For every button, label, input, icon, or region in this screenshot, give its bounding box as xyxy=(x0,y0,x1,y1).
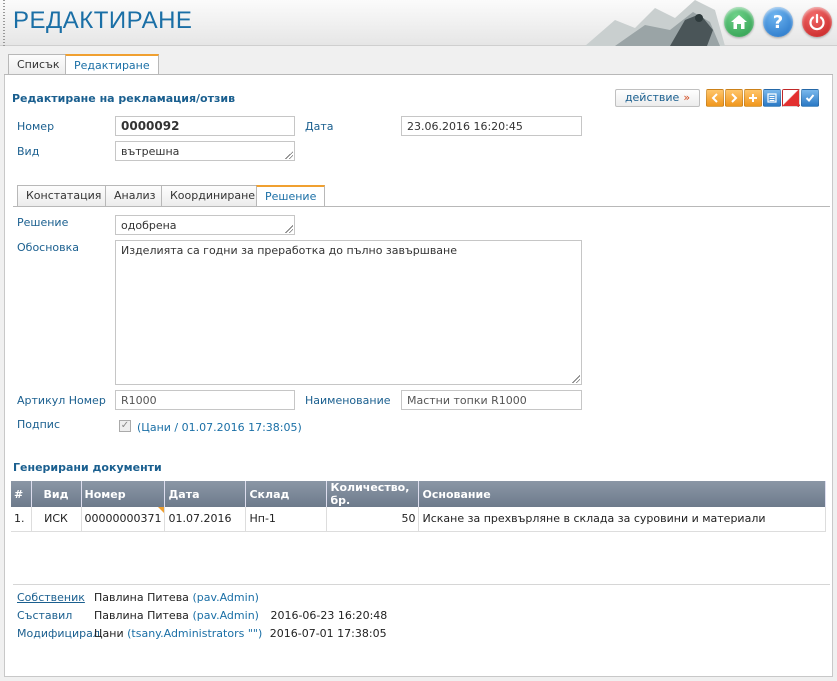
column-header[interactable]: Вид xyxy=(31,481,82,507)
signature-value: (Цани / 01.07.2016 17:38:05) xyxy=(137,421,302,434)
tab-coordination[interactable]: Координиране xyxy=(161,185,265,206)
column-header[interactable]: # xyxy=(11,481,32,507)
resize-grip-icon[interactable] xyxy=(285,151,293,159)
tab-list[interactable]: Списък xyxy=(8,54,69,75)
cell-number-text: 00000000371 xyxy=(84,512,162,526)
author-label: Съставил xyxy=(17,609,73,622)
bird-logo-image xyxy=(575,0,735,46)
sub-tab-divider xyxy=(13,206,830,207)
modifier-name: Цани xyxy=(94,627,124,640)
number-label: Номер xyxy=(17,120,55,133)
column-header[interactable]: Номер xyxy=(81,481,166,507)
decision-value: одобрена xyxy=(121,219,177,232)
column-header[interactable]: Количество, бр. xyxy=(326,481,420,507)
kind-value: вътрешна xyxy=(121,145,180,158)
name-label: Наименование xyxy=(305,394,391,407)
table-header-row: # Вид Номер Дата Склад Количество, бр. О… xyxy=(11,481,826,507)
owner-info: Павлина Питева (pav.Admin) xyxy=(94,591,259,604)
tab-analysis[interactable]: Анализ xyxy=(105,185,165,206)
column-header[interactable]: Склад xyxy=(245,481,328,507)
generated-docs-table: # Вид Номер Дата Склад Количество, бр. О… xyxy=(11,481,826,532)
modifier-user[interactable]: (tsany.Administrators "") xyxy=(127,627,262,640)
reason-label: Обосновка xyxy=(17,241,80,254)
tab-findings[interactable]: Констатация xyxy=(17,185,111,206)
document-icon xyxy=(767,93,777,103)
action-chevron-icon: » xyxy=(683,91,691,104)
chevron-right-icon xyxy=(731,93,738,103)
tab-edit[interactable]: Редактиране xyxy=(65,54,159,76)
save-button[interactable] xyxy=(801,89,819,107)
article-label: Артикул Номер xyxy=(17,394,106,407)
signature-checkbox[interactable]: ✓ xyxy=(119,420,131,432)
logout-button[interactable] xyxy=(802,7,832,37)
signature-label: Подпис xyxy=(17,418,60,431)
footer-divider xyxy=(13,584,830,585)
generated-docs-title: Генерирани документи xyxy=(13,461,162,474)
author-info: Павлина Питева (pav.Admin) 2016-06-23 16… xyxy=(94,609,387,622)
cell-number[interactable]: 00000000371 xyxy=(81,507,166,532)
chevron-left-icon xyxy=(711,93,718,103)
header-grip xyxy=(3,0,5,46)
home-icon xyxy=(731,15,747,29)
kind-select[interactable]: вътрешна xyxy=(115,141,295,161)
power-icon xyxy=(809,13,825,31)
modifier-time: 2016-07-01 17:38:05 xyxy=(269,627,387,640)
cell-kind: ИСК xyxy=(31,507,82,532)
resize-grip-icon[interactable] xyxy=(572,375,580,383)
decision-label: Решение xyxy=(17,216,69,229)
next-button[interactable] xyxy=(725,89,743,107)
cancel-button[interactable] xyxy=(782,89,800,107)
owner-name: Павлина Питева xyxy=(94,591,189,604)
edit-panel: Редактиране на рекламация/отзив действие… xyxy=(4,75,833,677)
reason-textarea[interactable]: Изделията са годни за преработка до пълн… xyxy=(115,240,582,385)
decision-select[interactable]: одобрена xyxy=(115,215,295,235)
cell-quantity: 50 xyxy=(326,507,420,532)
help-button[interactable]: ? xyxy=(763,7,793,37)
cell-store: Нп-1 xyxy=(245,507,328,532)
page-title: РЕДАКТИРАНЕ xyxy=(13,7,193,34)
cell-index: 1. xyxy=(11,507,32,532)
name-field[interactable]: Мастни топки R1000 xyxy=(401,390,582,410)
cell-date: 01.07.2016 xyxy=(164,507,247,532)
tab-decision[interactable]: Решение xyxy=(256,185,326,207)
owner-user[interactable]: (pav.Admin) xyxy=(192,591,259,604)
action-button[interactable]: действие» xyxy=(615,89,700,107)
column-header[interactable]: Основание xyxy=(418,481,826,507)
kind-label: Вид xyxy=(17,145,40,158)
home-button[interactable] xyxy=(724,7,754,37)
add-button[interactable] xyxy=(744,89,762,107)
list-view-button[interactable] xyxy=(763,89,781,107)
author-user[interactable]: (pav.Admin) xyxy=(192,609,259,622)
table-row[interactable]: 1. ИСК 00000000371 01.07.2016 Нп-1 50 Ис… xyxy=(11,507,826,532)
form-title: Редактиране на рекламация/отзив xyxy=(12,92,236,105)
prev-button[interactable] xyxy=(706,89,724,107)
link-marker-icon xyxy=(158,507,165,513)
help-icon: ? xyxy=(772,11,784,33)
reason-value: Изделията са годни за преработка до пълн… xyxy=(121,244,458,257)
owner-label-link[interactable]: Собственик xyxy=(17,591,85,604)
column-header[interactable]: Дата xyxy=(164,481,247,507)
cell-basis: Искане за прехвърляне в склада за сурови… xyxy=(418,507,826,532)
checkmark-icon xyxy=(805,94,815,102)
plus-icon xyxy=(749,94,757,102)
author-time: 2016-06-23 16:20:48 xyxy=(270,609,388,622)
app-header: РЕДАКТИРАНЕ ? xyxy=(0,0,837,46)
date-label: Дата xyxy=(305,120,334,133)
action-label: действие xyxy=(624,91,680,104)
article-field[interactable]: R1000 xyxy=(115,390,295,410)
modifier-info: Цани (tsany.Administrators "") 2016-07-0… xyxy=(94,627,387,640)
resize-grip-icon[interactable] xyxy=(285,225,293,233)
modifier-label: Модифицирал xyxy=(17,627,100,640)
date-field[interactable]: 23.06.2016 16:20:45 xyxy=(401,116,582,136)
number-field[interactable]: 0000092 xyxy=(115,116,295,136)
author-name: Павлина Питева xyxy=(94,609,189,622)
